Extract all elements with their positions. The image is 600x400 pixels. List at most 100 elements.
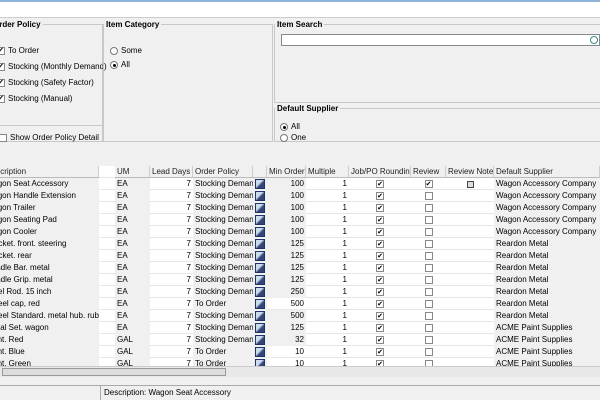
order-policy-cell[interactable]: Stocking Demand xyxy=(193,226,253,238)
review-checkbox[interactable] xyxy=(424,312,433,320)
default-supplier-cell[interactable]: ACME Paint Supplies xyxy=(494,334,600,346)
policy-detail-icon[interactable] xyxy=(255,299,265,309)
rounding-checkbox[interactable]: ✔ xyxy=(376,216,384,224)
checkbox[interactable]: ✔ xyxy=(0,46,5,55)
column-header-um[interactable]: UM xyxy=(115,166,150,178)
default-supplier-cell[interactable]: Reardon Metal xyxy=(494,286,600,298)
review-cell[interactable] xyxy=(411,322,446,334)
min-order-cell[interactable]: 10 xyxy=(267,346,306,358)
review-cell[interactable] xyxy=(411,250,446,262)
rounding-checkbox[interactable]: ✔ xyxy=(376,312,384,320)
column-header-policy-detail[interactable] xyxy=(253,166,267,178)
min-order-cell[interactable]: 100 xyxy=(267,190,306,202)
review-checkbox[interactable] xyxy=(424,240,433,248)
description-cell[interactable]: Wheel cap, red xyxy=(0,298,99,310)
multiple-cell[interactable]: 1 xyxy=(306,178,349,190)
policy-detail-icon[interactable] xyxy=(255,323,265,333)
rounding-checkbox[interactable]: ✔ xyxy=(376,192,384,200)
review-note-cell[interactable] xyxy=(446,286,494,298)
job-po-rounding-cell[interactable]: ✔ xyxy=(349,202,411,214)
description-cell[interactable]: Bracket. rear xyxy=(0,250,99,262)
default-supplier-cell[interactable]: Reardon Metal xyxy=(494,298,600,310)
policy-detail-cell[interactable] xyxy=(253,190,267,202)
policy-detail-cell[interactable] xyxy=(253,262,267,274)
um-cell[interactable]: GAL xyxy=(115,334,150,346)
order-policy-cell[interactable]: To Order xyxy=(193,298,253,310)
review-checkbox[interactable] xyxy=(424,324,433,332)
policy-detail-icon[interactable] xyxy=(255,191,265,201)
default-supplier-all[interactable]: All xyxy=(280,122,300,131)
review-note-cell[interactable] xyxy=(446,322,494,334)
review-note-cell[interactable] xyxy=(446,238,494,250)
order-policy-safety-factor[interactable]: ✔ Stocking (Safety Factor) xyxy=(0,78,94,87)
table-row[interactable]: Bracket. front. steering EA7Stocking Dema… xyxy=(0,238,600,250)
multiple-cell[interactable]: 1 xyxy=(306,274,349,286)
rounding-checkbox[interactable]: ✔ xyxy=(376,288,384,296)
description-cell[interactable]: Wheel Standard. metal hub. rubber tire xyxy=(0,310,99,322)
um-cell[interactable]: EA xyxy=(115,238,150,250)
default-supplier-cell[interactable]: Reardon Metal xyxy=(494,250,600,262)
table-row[interactable]: Wagon Seat Accessory EA7Stocking Demand 10… xyxy=(0,178,600,190)
description-cell[interactable]: Bracket. front. steering xyxy=(0,238,99,250)
order-policy-cell[interactable]: Stocking Demand xyxy=(193,262,253,274)
default-supplier-cell[interactable]: Wagon Accessory Company xyxy=(494,202,600,214)
review-checkbox[interactable] xyxy=(424,252,433,260)
table-row[interactable]: Paint. Red GAL7Stocking Demand 321 ✔ ACME Pa… xyxy=(0,334,600,346)
lead-days-cell[interactable]: 7 xyxy=(150,178,193,190)
rounding-checkbox[interactable]: ✔ xyxy=(376,300,384,308)
column-header-default-supplier[interactable]: Default Supplier xyxy=(494,166,600,178)
show-order-policy-detail[interactable]: Show Order Policy Detail xyxy=(0,133,99,142)
review-note-cell[interactable] xyxy=(446,202,494,214)
multiple-cell[interactable]: 1 xyxy=(306,214,349,226)
job-po-rounding-cell[interactable]: ✔ xyxy=(349,250,411,262)
um-cell[interactable]: EA xyxy=(115,298,150,310)
review-cell[interactable] xyxy=(411,274,446,286)
policy-detail-icon[interactable] xyxy=(255,287,265,297)
policy-detail-icon[interactable] xyxy=(255,347,265,357)
review-note-cell[interactable] xyxy=(446,310,494,322)
lead-days-cell[interactable]: 7 xyxy=(150,310,193,322)
policy-detail-cell[interactable] xyxy=(253,286,267,298)
review-cell[interactable] xyxy=(411,262,446,274)
table-row[interactable]: Decal Set. wagon EA7Stocking Demand 1251 ✔ A… xyxy=(0,322,600,334)
policy-detail-cell[interactable] xyxy=(253,298,267,310)
policy-detail-cell[interactable] xyxy=(253,214,267,226)
table-row[interactable]: Wheel cap, red EA7To Order 5001 ✔ Reardon Me… xyxy=(0,298,600,310)
policy-detail-cell[interactable] xyxy=(253,238,267,250)
description-cell[interactable]: Handle Grip. metal xyxy=(0,274,99,286)
table-row[interactable]: Wagon Trailer EA7Stocking Demand 1001 ✔ Wago… xyxy=(0,202,600,214)
review-checkbox[interactable] xyxy=(424,264,433,272)
policy-detail-icon[interactable] xyxy=(255,227,265,237)
default-supplier-cell[interactable]: ACME Paint Supplies xyxy=(494,322,600,334)
order-policy-cell[interactable]: Stocking Demand xyxy=(193,250,253,262)
column-header-order-policy[interactable]: Order Policy xyxy=(193,166,253,178)
default-supplier-cell[interactable]: ACME Paint Supplies xyxy=(494,346,600,358)
table-row[interactable]: Steel Rod. 15 inch EA7Stocking Demand 2501… xyxy=(0,286,600,298)
default-supplier-cell[interactable]: Reardon Metal xyxy=(494,238,600,250)
multiple-cell[interactable]: 1 xyxy=(306,226,349,238)
order-policy-cell[interactable]: To Order xyxy=(193,346,253,358)
review-cell[interactable] xyxy=(411,190,446,202)
review-cell[interactable]: ✔ xyxy=(411,178,446,190)
rounding-checkbox[interactable]: ✔ xyxy=(376,276,384,284)
job-po-rounding-cell[interactable]: ✔ xyxy=(349,214,411,226)
review-note-cell[interactable] xyxy=(446,298,494,310)
review-cell[interactable] xyxy=(411,346,446,358)
policy-detail-cell[interactable] xyxy=(253,250,267,262)
um-cell[interactable]: EA xyxy=(115,190,150,202)
min-order-cell[interactable]: 100 xyxy=(267,226,306,238)
description-cell[interactable]: Wagon Seating Pad xyxy=(0,214,99,226)
job-po-rounding-cell[interactable]: ✔ xyxy=(349,274,411,286)
default-supplier-cell[interactable]: Reardon Metal xyxy=(494,310,600,322)
scrollbar-thumb[interactable] xyxy=(2,368,226,376)
min-order-cell[interactable]: 125 xyxy=(267,250,306,262)
lead-days-cell[interactable]: 7 xyxy=(150,238,193,250)
description-cell[interactable]: Wagon Trailer xyxy=(0,202,99,214)
column-header-multiple[interactable]: Multiple xyxy=(306,166,349,178)
rounding-checkbox[interactable]: ✔ xyxy=(376,336,384,344)
review-checkbox[interactable] xyxy=(424,336,433,344)
radio[interactable] xyxy=(280,133,288,142)
review-cell[interactable] xyxy=(411,238,446,250)
search-icon[interactable] xyxy=(590,36,598,44)
horizontal-scrollbar[interactable] xyxy=(0,366,600,377)
